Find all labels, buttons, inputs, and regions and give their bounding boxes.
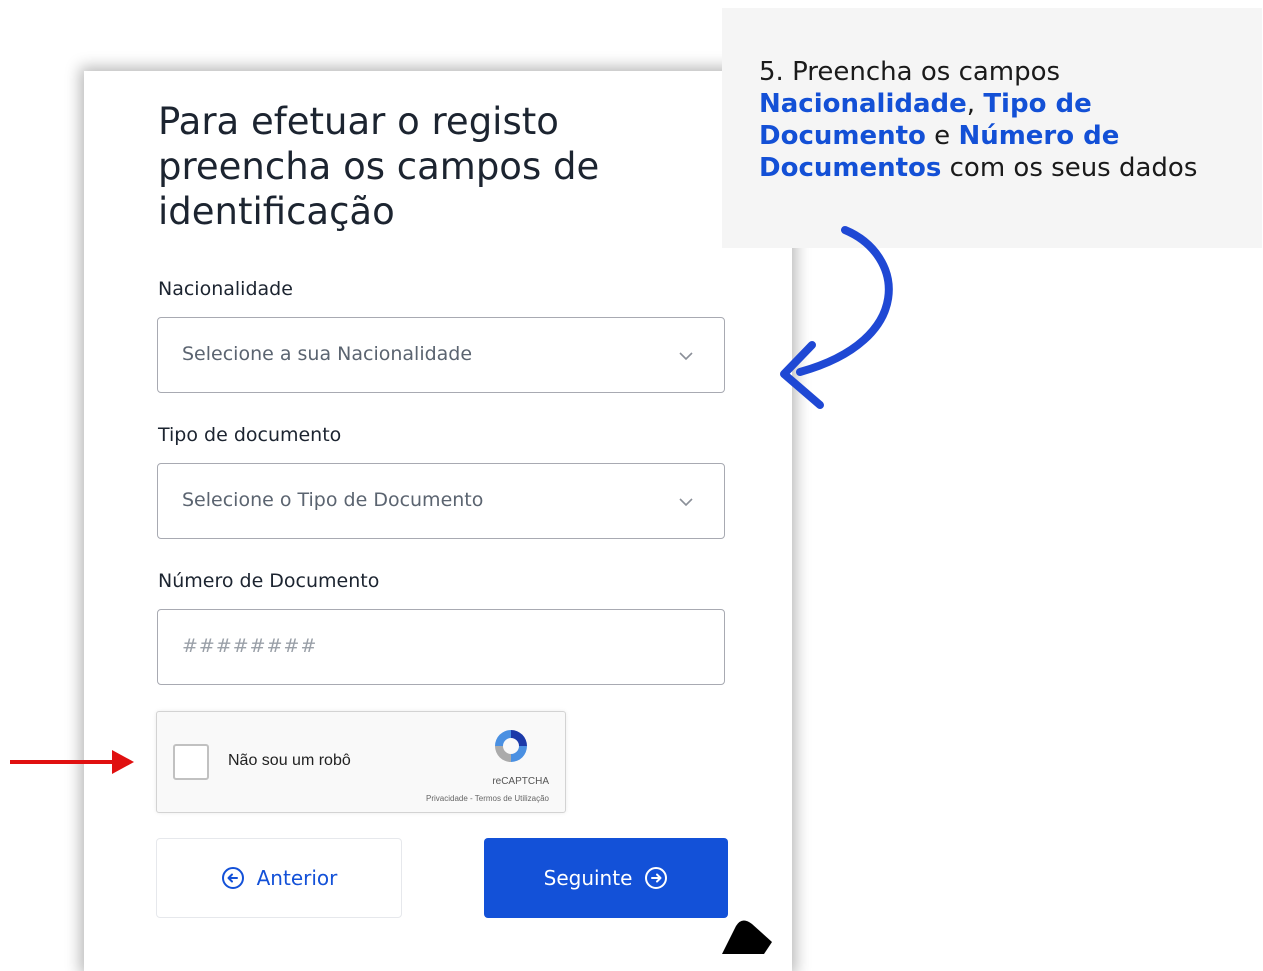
recaptcha-widget: Não sou um robô reCAPTCHA Privacidade - … — [156, 711, 566, 813]
previous-button-label: Anterior — [256, 866, 338, 890]
chevron-down-icon — [679, 352, 693, 361]
next-button[interactable]: Seguinte — [484, 838, 728, 918]
blue-curved-arrow-icon — [780, 226, 893, 409]
doc-number-input[interactable]: ######## — [157, 609, 725, 685]
captcha-terms[interactable]: Privacidade - Termos de Utilização — [426, 794, 549, 803]
instruction-part-4: com os seus dados — [941, 153, 1198, 183]
recaptcha-logo-icon — [495, 730, 527, 762]
instruction-highlight-nationality: Nacionalidade — [759, 89, 967, 119]
previous-button[interactable]: Anterior — [156, 838, 402, 918]
instruction-part-2: , — [966, 89, 984, 119]
nationality-label: Nacionalidade — [158, 278, 293, 300]
instruction-text: 5. Preencha os campos Nacionalidade, Tip… — [759, 56, 1249, 184]
nationality-placeholder: Selecione a sua Nacionalidade — [182, 343, 473, 365]
doc-number-placeholder: ######## — [182, 635, 318, 657]
page-title: Para efetuar o registo preencha os campo… — [158, 100, 600, 233]
doc-type-select[interactable]: Selecione o Tipo de Documento — [157, 463, 725, 539]
doc-type-placeholder: Selecione o Tipo de Documento — [182, 489, 484, 511]
nationality-select[interactable]: Selecione a sua Nacionalidade — [157, 317, 725, 393]
doc-type-label: Tipo de documento — [158, 424, 342, 446]
registration-card: Para efetuar o registo preencha os campo… — [84, 71, 792, 971]
instruction-part-3: e — [925, 121, 959, 151]
captcha-brand: reCAPTCHA — [492, 776, 549, 787]
next-button-label: Seguinte — [543, 866, 633, 890]
doc-number-label: Número de Documento — [158, 570, 380, 592]
captcha-label: Não sou um robô — [228, 752, 351, 769]
chevron-down-icon — [679, 498, 693, 507]
captcha-checkbox[interactable] — [173, 744, 209, 780]
instruction-part-1: 5. Preencha os campos — [759, 57, 1061, 87]
arrow-right-circle-icon — [645, 867, 668, 889]
arrow-left-circle-icon — [221, 867, 244, 889]
instruction-callout: 5. Preencha os campos Nacionalidade, Tip… — [722, 8, 1262, 248]
